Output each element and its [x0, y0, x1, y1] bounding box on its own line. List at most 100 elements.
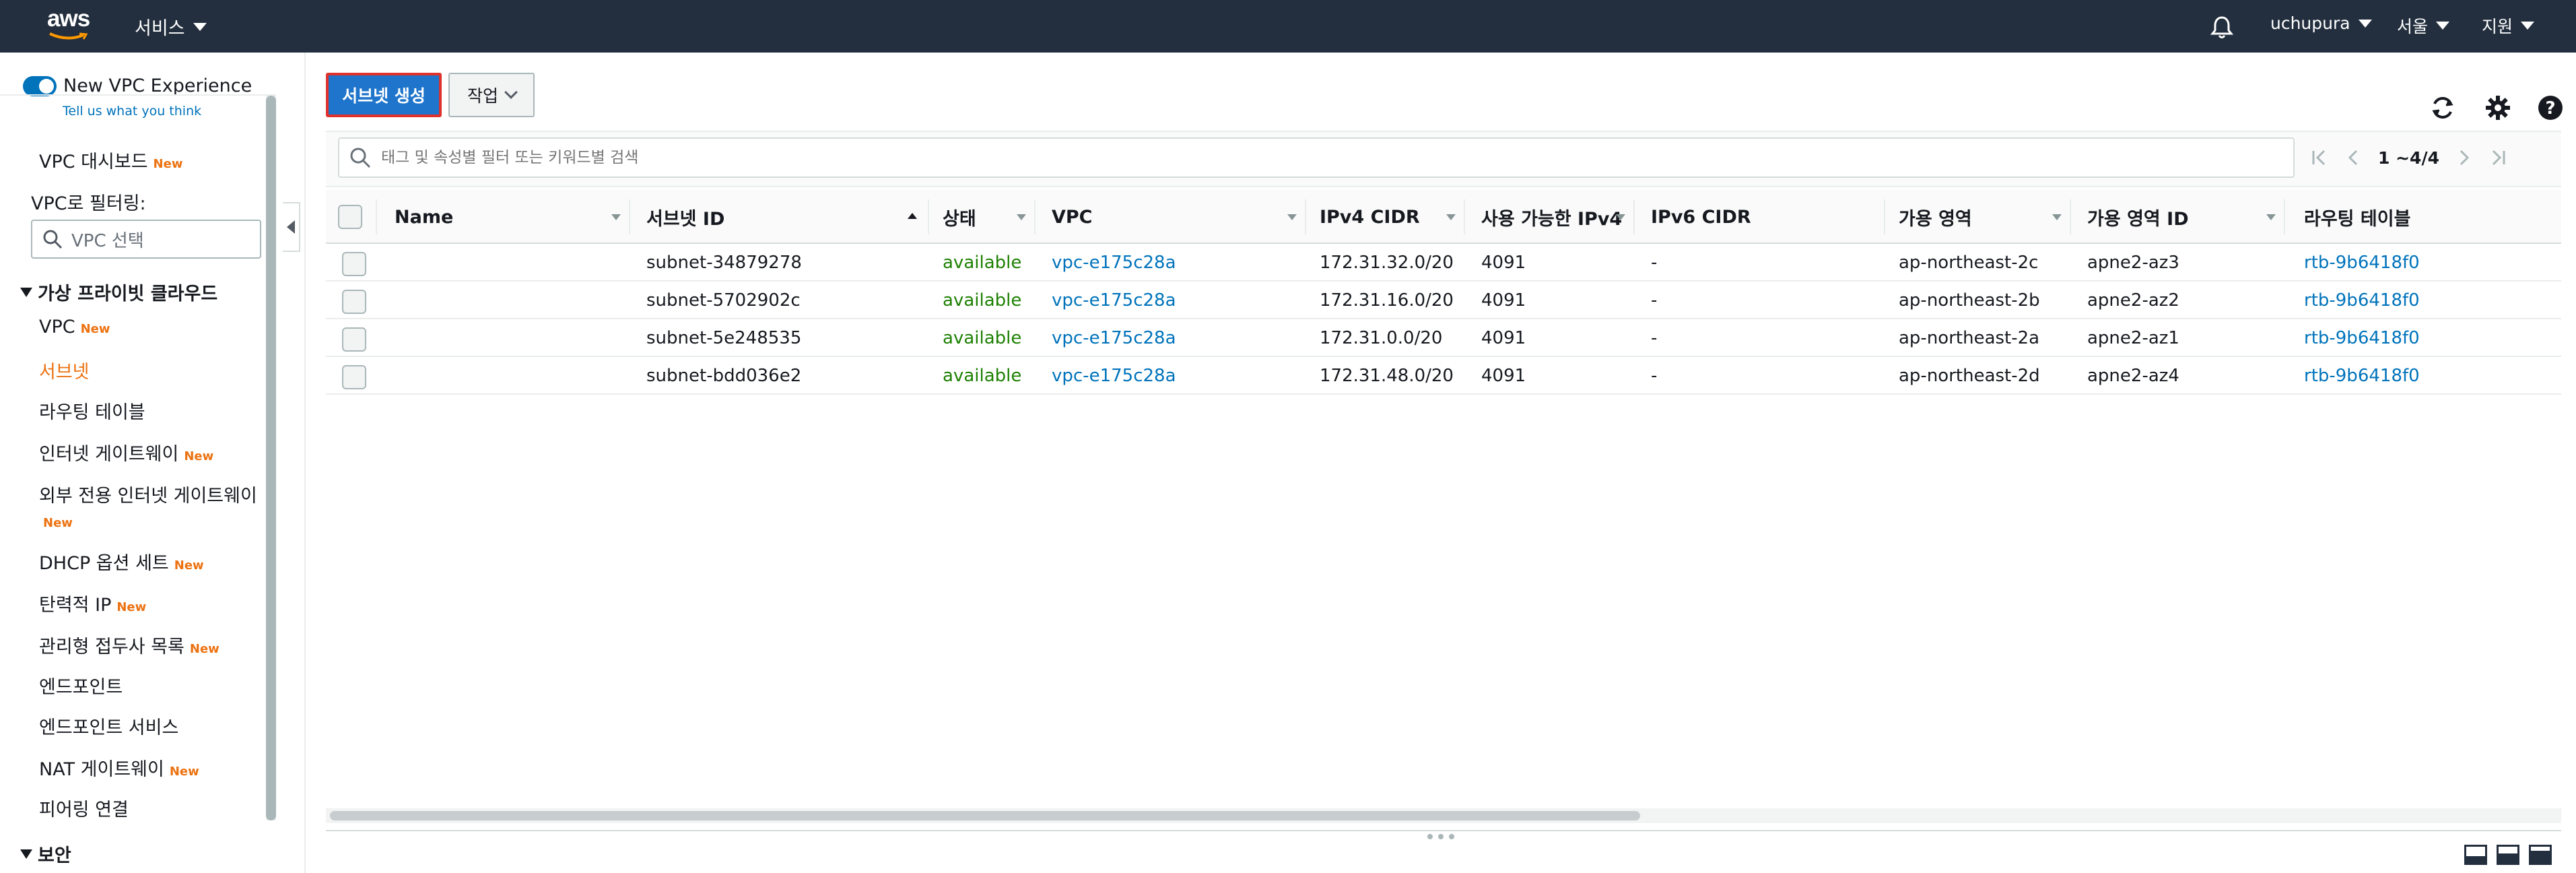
table-row[interactable]: subnet-5702902c available vpc-e175c28a 1…	[326, 282, 2561, 319]
column-header-route-table[interactable]: 라우팅 테이블	[2304, 190, 2410, 244]
sidebar-item-route-tables[interactable]: 라우팅 테이블	[39, 397, 145, 424]
sort-icon[interactable]	[1446, 214, 1456, 220]
sidebar-item-vpc-dashboard[interactable]: VPC 대시보드 New	[39, 147, 182, 173]
cell-vpc-link[interactable]: vpc-e175c28a	[1052, 319, 1176, 357]
select-all-checkbox[interactable]	[338, 205, 362, 229]
last-page-icon[interactable]	[2490, 144, 2507, 171]
section-security[interactable]: 보안	[20, 841, 71, 867]
row-checkbox[interactable]	[342, 365, 366, 389]
cell-route-table-link[interactable]: rtb-9b6418f0	[2304, 357, 2420, 395]
chevron-down-icon	[2436, 22, 2450, 30]
split-pane-divider[interactable]	[326, 830, 2561, 831]
sidebar-item-internet-gateways[interactable]: 인터넷 게이트웨이 New	[39, 439, 213, 465]
row-checkbox[interactable]	[342, 327, 366, 352]
create-subnet-button[interactable]: 서브넷 생성	[326, 73, 442, 117]
vpc-select-placeholder: VPC 선택	[71, 230, 144, 251]
bell-icon[interactable]	[2208, 13, 2235, 40]
table-row[interactable]: subnet-34879278 available vpc-e175c28a 1…	[326, 244, 2561, 282]
sidebar-item-dhcp-options[interactable]: DHCP 옵션 세트 New	[39, 548, 204, 575]
sidebar-item-label: 라우팅 테이블	[39, 402, 145, 423]
table-header: Name 서브넷 ID 상태 VPC IPv4 CIDR 사용 가능한 IPv4…	[326, 190, 2561, 244]
previous-page-icon[interactable]	[2344, 144, 2361, 171]
feedback-link[interactable]: Tell us what you think	[63, 104, 201, 119]
column-separator	[2070, 199, 2071, 234]
region-menu[interactable]: 서울	[2397, 13, 2450, 38]
row-checkbox[interactable]	[342, 252, 366, 276]
services-menu[interactable]: 서비스	[135, 13, 207, 40]
cell-route-table-link[interactable]: rtb-9b6418f0	[2304, 282, 2420, 319]
filter-search-box[interactable]	[338, 137, 2295, 178]
column-header-subnet-id[interactable]: 서브넷 ID	[646, 190, 724, 244]
sidebar-item-endpoint-services[interactable]: 엔드포인트 서비스	[39, 713, 178, 739]
cell-route-table-link[interactable]: rtb-9b6418f0	[2304, 244, 2420, 282]
section-virtual-private-cloud[interactable]: 가상 프라이빗 클라우드	[20, 279, 217, 305]
chevron-down-icon	[2358, 19, 2372, 28]
sidebar-item-nat-gateways[interactable]: NAT 게이트웨이 New	[39, 754, 199, 781]
row-checkbox[interactable]	[342, 290, 366, 314]
column-header-vpc[interactable]: VPC	[1052, 190, 1093, 244]
user-menu[interactable]: uchupura	[2270, 13, 2372, 33]
svg-text:?: ?	[2545, 98, 2555, 119]
sidebar-item-peering-connections[interactable]: 피어링 연결	[39, 795, 129, 821]
table-row[interactable]: subnet-5e248535 available vpc-e175c28a 1…	[326, 319, 2561, 357]
sort-icon[interactable]	[2266, 214, 2276, 220]
resize-grip-icon[interactable]	[1427, 834, 1465, 841]
sidebar-scrollbar-thumb[interactable]	[266, 96, 276, 820]
sidebar-item-managed-prefix-lists[interactable]: 관리형 접두사 목록 New	[39, 632, 219, 658]
table-row[interactable]: subnet-bdd036e2 available vpc-e175c28a 1…	[326, 357, 2561, 395]
next-page-icon[interactable]	[2457, 144, 2473, 171]
cell-route-table-link[interactable]: rtb-9b6418f0	[2304, 319, 2420, 357]
aws-logo-text: aws	[47, 5, 90, 32]
sidebar-item-subnets[interactable]: 서브넷	[39, 357, 90, 383]
column-header-name[interactable]: Name	[395, 190, 453, 244]
sidebar-item-elastic-ip[interactable]: 탄력적 IP New	[39, 590, 146, 616]
sidebar-item-label: 외부 전용 인터넷 게이트웨이	[39, 486, 257, 507]
cell-availability-zone: ap-northeast-2b	[1899, 290, 2040, 311]
aws-logo[interactable]: aws	[47, 5, 94, 43]
actions-button[interactable]: 작업	[448, 73, 535, 117]
sidebar-item-label: VPC 대시보드	[39, 152, 148, 172]
column-header-ipv6-cidr[interactable]: IPv6 CIDR	[1651, 190, 1751, 244]
refresh-icon[interactable]	[2428, 93, 2458, 123]
actions-label: 작업	[467, 86, 498, 106]
cell-vpc-link[interactable]: vpc-e175c28a	[1052, 282, 1176, 319]
new-badge-egress: New	[43, 511, 73, 531]
new-badge: New	[174, 558, 204, 573]
cell-available-ipv4: 4091	[1481, 366, 1526, 386]
new-vpc-experience-toggle[interactable]	[23, 75, 57, 96]
sidebar-item-endpoints[interactable]: 엔드포인트	[39, 672, 123, 699]
horizontal-scrollbar-thumb[interactable]	[330, 811, 1640, 820]
sort-icon[interactable]	[2052, 214, 2062, 220]
sort-ascending-icon[interactable]	[908, 213, 917, 219]
collapse-sidebar-button[interactable]	[283, 202, 300, 252]
support-menu[interactable]: 지원	[2482, 13, 2535, 38]
chevron-down-icon	[504, 86, 518, 99]
column-header-state[interactable]: 상태	[943, 190, 976, 244]
column-header-availability-zone-id[interactable]: 가용 영역 ID	[2087, 190, 2189, 244]
column-header-availability-zone[interactable]: 가용 영역	[1899, 190, 1972, 244]
cell-availability-zone: ap-northeast-2a	[1899, 328, 2040, 348]
gear-icon[interactable]	[2483, 93, 2513, 123]
sidebar-scrollbar[interactable]	[266, 96, 276, 820]
vpc-filter-select[interactable]: VPC 선택	[31, 220, 261, 259]
toggle-label: New VPC Experience	[63, 75, 252, 96]
cell-vpc-link[interactable]: vpc-e175c28a	[1052, 357, 1176, 395]
sidebar-item-vpc[interactable]: VPC New	[39, 317, 110, 337]
sort-icon[interactable]	[1287, 214, 1297, 220]
layout-bottom-panel-icon[interactable]	[2464, 845, 2487, 865]
sidebar-item-egress-only-gateways[interactable]: 외부 전용 인터넷 게이트웨이	[39, 481, 257, 507]
cell-ipv6-cidr: -	[1651, 328, 1658, 348]
column-header-ipv4-cidr[interactable]: IPv4 CIDR	[1320, 190, 1420, 244]
layout-split-panel-icon[interactable]	[2497, 845, 2519, 865]
cell-available-ipv4: 4091	[1481, 290, 1526, 311]
first-page-icon[interactable]	[2311, 144, 2327, 171]
search-input[interactable]	[381, 149, 2266, 166]
cell-vpc-link[interactable]: vpc-e175c28a	[1052, 244, 1176, 282]
horizontal-scrollbar[interactable]	[326, 808, 2561, 823]
help-icon[interactable]: ?	[2536, 93, 2565, 123]
sort-icon[interactable]	[611, 214, 621, 220]
sort-icon[interactable]	[1616, 214, 1625, 220]
layout-full-panel-icon[interactable]	[2529, 845, 2552, 865]
column-header-available-ipv4[interactable]: 사용 가능한 IPv4	[1481, 190, 1622, 244]
sort-icon[interactable]	[1017, 214, 1026, 220]
